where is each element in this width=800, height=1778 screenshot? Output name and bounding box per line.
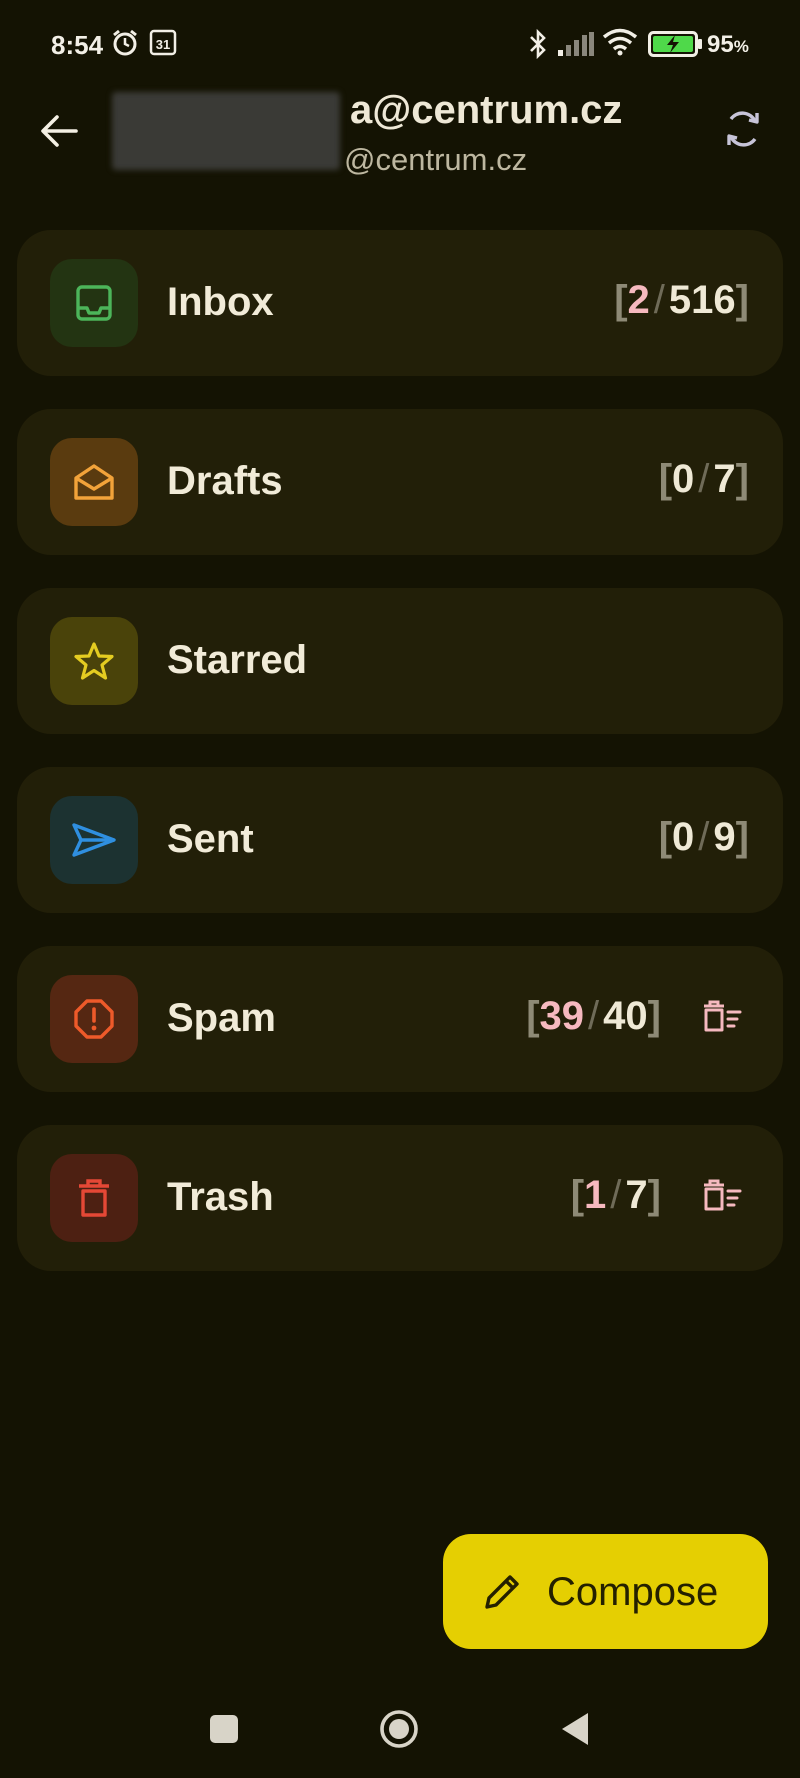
status-bar: 8:54 31 95% [0,0,800,90]
folder-name: Trash [167,1175,274,1219]
delete-sweep-icon [700,1177,744,1218]
folder-list: Inbox [2/516] Drafts [0/7] Starred Sent … [17,230,783,1304]
battery-percent: 95% [707,31,749,58]
folder-spam[interactable]: Spam [39/40] [17,946,783,1092]
arrow-left-icon [40,114,78,153]
folder-sent[interactable]: Sent [0/9] [17,767,783,913]
folder-name: Sent [167,817,254,861]
folder-name: Starred [167,638,308,682]
envelope-open-icon [50,438,138,526]
folder-trash[interactable]: Trash [1/7] [17,1125,783,1271]
bluetooth-icon [527,28,549,65]
circle-home-icon[interactable] [379,1709,419,1749]
back-button[interactable] [36,110,82,156]
compose-button[interactable]: Compose [443,1534,768,1649]
redacted-region [112,92,340,170]
folder-counts: [0/9] [658,815,749,859]
inbox-icon [50,259,138,347]
pencil-icon [481,1569,525,1618]
empty-folder-button[interactable] [699,1174,745,1220]
status-time: 8:54 [51,30,104,60]
folder-counts: [1/7] [570,1173,661,1217]
refresh-icon [723,107,763,156]
folder-drafts[interactable]: Drafts [0/7] [17,409,783,555]
refresh-button[interactable] [720,108,766,154]
star-icon [50,617,138,705]
trash-icon [50,1154,138,1242]
folder-name: Drafts [167,459,283,503]
folder-counts: [0/7] [658,457,749,501]
send-icon [50,796,138,884]
alarm-icon [110,28,140,63]
folder-counts: [39/40] [526,994,661,1038]
folder-name: Inbox [167,280,274,324]
folder-counts: [2/516] [614,278,749,322]
wifi-icon [602,28,638,61]
empty-folder-button[interactable] [699,995,745,1041]
folder-name: Spam [167,996,276,1040]
folder-starred[interactable]: Starred [17,588,783,734]
svg-text:31: 31 [156,37,170,52]
folder-inbox[interactable]: Inbox [2/516] [17,230,783,376]
square-recents-icon[interactable] [210,1715,238,1743]
calendar-icon: 31 [149,28,177,61]
compose-label: Compose [547,1570,719,1614]
delete-sweep-icon [700,998,744,1039]
triangle-back-icon[interactable] [560,1711,592,1752]
signal-icon [558,32,594,61]
spam-icon [50,975,138,1063]
battery-icon [648,31,704,62]
